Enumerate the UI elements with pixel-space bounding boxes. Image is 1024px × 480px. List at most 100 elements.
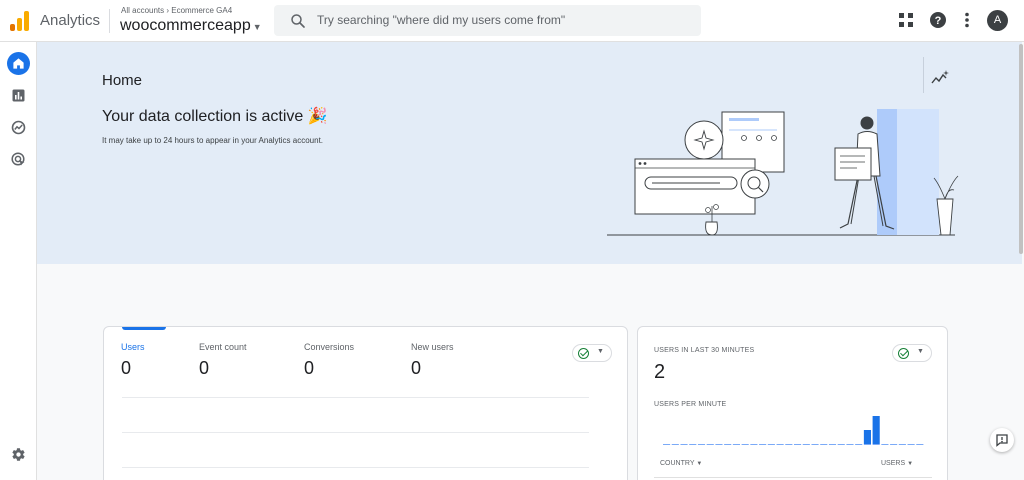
search-placeholder: Try searching "where did my users come f…	[317, 13, 566, 27]
app-name[interactable]: Analytics	[40, 12, 100, 29]
users-per-minute-bar[interactable]	[863, 430, 871, 444]
caret-down-icon: ▼	[907, 461, 914, 467]
advertising-icon	[11, 152, 25, 166]
explore-icon	[11, 120, 26, 135]
gear-icon[interactable]	[11, 447, 26, 462]
bar-baseline	[872, 444, 880, 445]
bar-baseline	[671, 444, 679, 445]
apps-grid-icon[interactable]	[898, 12, 914, 28]
account-selector[interactable]: woocommerceapp ▼	[120, 17, 262, 35]
bar-baseline	[697, 444, 706, 445]
bar-baseline	[907, 444, 915, 445]
bar-baseline	[715, 444, 723, 445]
bar-baseline	[890, 444, 898, 445]
bar-baseline	[828, 444, 837, 445]
metric-label: Conversions	[304, 342, 355, 352]
bar-baseline	[776, 444, 784, 445]
metric-label: Event count	[199, 342, 247, 352]
avatar[interactable]: A	[987, 10, 1008, 31]
breadcrumb[interactable]: All accounts › Ecommerce GA4	[121, 6, 232, 15]
hero-illustration	[607, 109, 959, 236]
check-circle-icon	[898, 348, 909, 359]
chart-gridline	[122, 432, 589, 433]
more-vert-icon[interactable]	[961, 11, 973, 29]
country-label: COUNTRY	[660, 460, 695, 467]
search-bar[interactable]: Try searching "where did my users come f…	[274, 5, 701, 36]
caret-down-icon: ▼	[696, 461, 703, 467]
users-per-minute-bar[interactable]	[872, 416, 880, 444]
bar-baseline	[750, 444, 758, 445]
left-nav-rail	[0, 42, 37, 480]
bar-baseline	[898, 444, 906, 445]
party-popper-icon: 🎉	[307, 108, 328, 125]
divider	[109, 9, 110, 33]
top-bar: Analytics All accounts › Ecommerce GA4 w…	[0, 0, 1024, 42]
nav-advertising[interactable]	[7, 148, 30, 171]
realtime-users-value: 2	[654, 361, 666, 383]
bar-baseline	[759, 444, 767, 445]
caret-down-icon: ▼	[917, 348, 924, 355]
reports-icon	[12, 89, 25, 102]
active-tab-indicator	[122, 327, 166, 330]
nav-home[interactable]	[7, 52, 30, 75]
metric-tab-event-count[interactable]: Event count 0	[199, 342, 247, 379]
divider	[654, 477, 932, 478]
country-column-header[interactable]: COUNTRY ▼	[660, 460, 702, 467]
bar-baseline	[802, 444, 810, 445]
data-quality-button[interactable]: ▼	[892, 344, 932, 362]
metric-value: 0	[121, 358, 132, 378]
bar-baseline	[706, 444, 714, 445]
bar-baseline	[724, 444, 732, 445]
caret-down-icon: ▼	[252, 22, 262, 32]
hero-title: Your data collection is active 🎉	[102, 106, 328, 126]
bar-baseline	[863, 444, 871, 445]
feedback-icon	[996, 434, 1008, 447]
feedback-button[interactable]	[990, 428, 1014, 452]
bar-baseline	[689, 444, 697, 445]
bar-baseline	[837, 444, 845, 445]
nav-explore[interactable]	[7, 116, 30, 139]
divider	[923, 57, 924, 93]
metric-label: Users	[121, 342, 145, 352]
chart-gridline	[122, 397, 589, 398]
bar-baseline	[881, 444, 889, 445]
users-label: USERS	[881, 460, 906, 467]
bar-baseline	[846, 444, 854, 445]
metric-tab-users[interactable]: Users 0	[121, 342, 145, 379]
search-icon	[291, 14, 305, 28]
hero-subtitle: It may take up to 24 hours to appear in …	[102, 136, 324, 145]
bar-baseline	[741, 444, 749, 445]
insights-icon[interactable]	[931, 69, 949, 87]
hero-banner: Home Your data collection is active 🎉 It…	[37, 42, 1022, 264]
account-name: woocommerceapp	[120, 17, 251, 34]
page-title: Home	[102, 72, 143, 89]
help-icon[interactable]: ?	[929, 11, 947, 29]
users-per-minute-label: USERS PER MINUTE	[654, 401, 727, 408]
analytics-logo-icon[interactable]	[10, 11, 30, 31]
users-column-header[interactable]: USERS ▼	[881, 460, 913, 467]
metric-tab-new-users[interactable]: New users 0	[411, 342, 454, 379]
hero-title-text: Your data collection is active	[102, 108, 304, 125]
realtime-card: USERS IN LAST 30 MINUTES ▼ 2 USERS PER M…	[637, 326, 948, 480]
data-quality-button[interactable]: ▼	[572, 344, 612, 362]
metric-value: 0	[304, 358, 315, 378]
bar-baseline	[680, 444, 688, 445]
bar-baseline	[732, 444, 740, 445]
bar-baseline	[811, 444, 819, 445]
nav-reports[interactable]	[7, 84, 30, 107]
bar-baseline	[767, 444, 775, 445]
home-icon	[13, 58, 24, 69]
bar-baseline	[916, 444, 924, 445]
bar-baseline	[663, 444, 671, 445]
check-circle-icon	[578, 348, 589, 359]
page-scrollbar[interactable]	[1019, 44, 1023, 254]
metric-value: 0	[411, 358, 422, 378]
metric-tab-conversions[interactable]: Conversions 0	[304, 342, 354, 379]
users-per-minute-chart	[663, 416, 924, 445]
bar-baseline	[820, 444, 828, 445]
svg-text:?: ?	[935, 15, 942, 27]
bar-baseline	[785, 444, 793, 445]
caret-down-icon: ▼	[597, 348, 604, 355]
overview-card: Users 0 Event count 0 Conversions 0 New …	[103, 326, 628, 480]
metric-label: New users	[411, 342, 454, 352]
